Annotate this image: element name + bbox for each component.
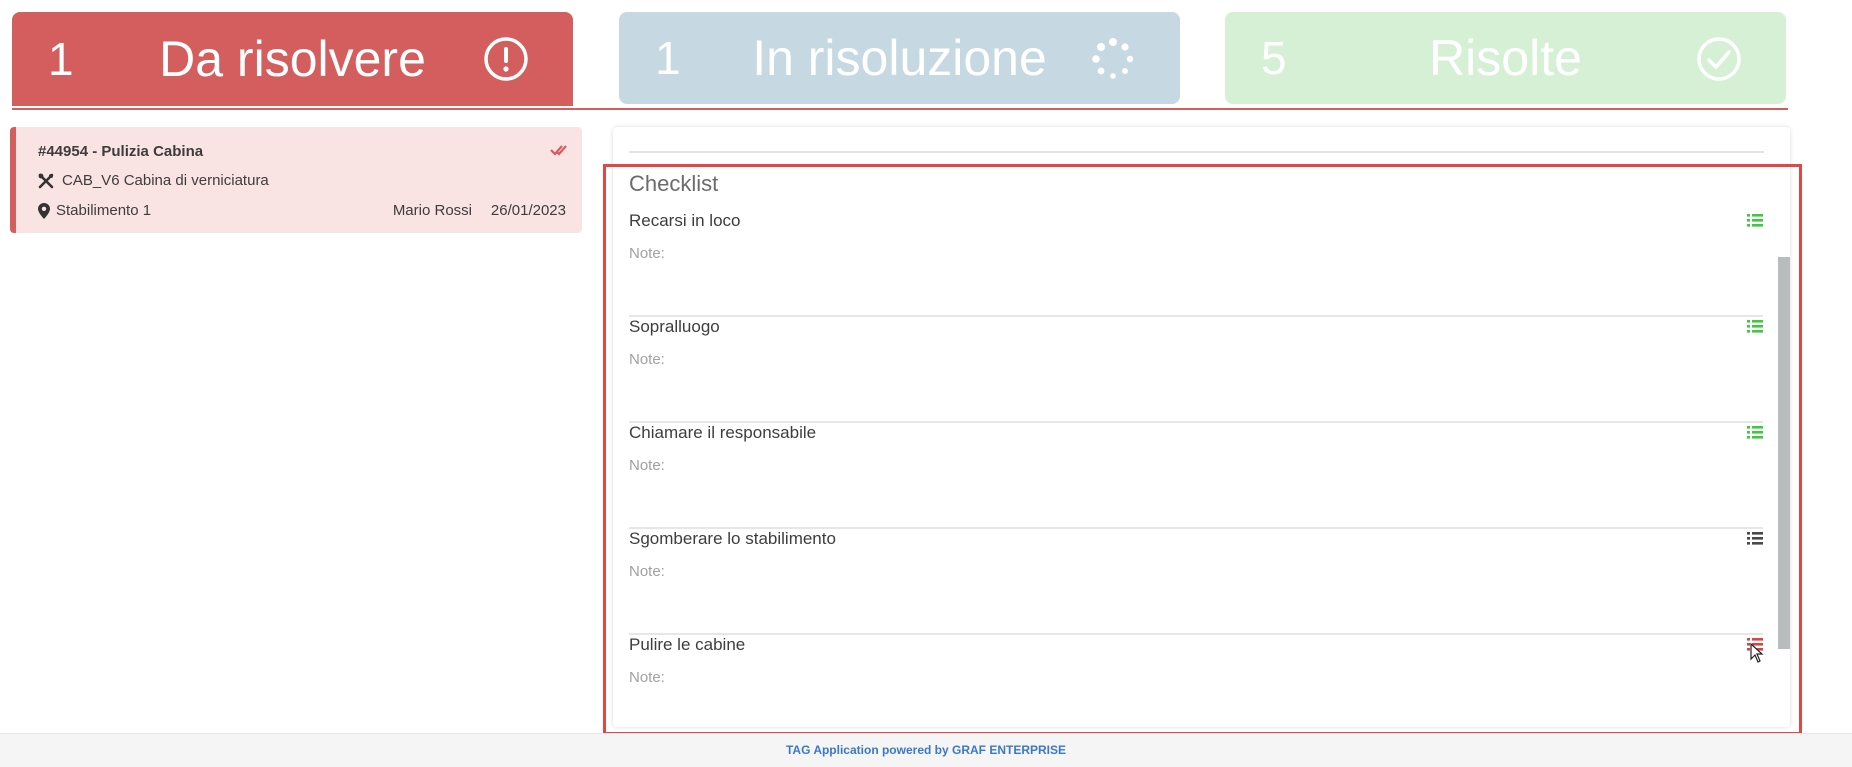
list-icon[interactable] xyxy=(1747,531,1763,545)
checklist-item-note: Note: xyxy=(629,563,665,580)
checklist-item-name: Recarsi in loco xyxy=(629,211,741,230)
ticket-user: Mario Rossi xyxy=(392,202,472,219)
checklist-item-name: Chiamare il responsabile xyxy=(629,423,817,442)
ticket-asset: CAB_V6 Cabina di verniciatura xyxy=(62,172,269,189)
footer-text: TAG Application powered by GRAF ENTERPRI… xyxy=(785,743,1067,757)
checklist-panel: Checklist Recarsi in loco Note: Soprallu… xyxy=(613,127,1790,741)
ticket-date: 26/01/2023 xyxy=(490,202,566,219)
exclamation-circle-icon xyxy=(484,37,528,81)
checklist-item[interactable]: Chiamare il responsabile Note: xyxy=(629,423,1763,529)
list-icon[interactable] xyxy=(1747,425,1763,439)
checklist-item[interactable]: Pulire le cabine Note: xyxy=(629,635,1763,741)
checklist-item-note: Note: xyxy=(629,351,665,368)
ticket-site: Stabilimento 1 xyxy=(56,202,152,219)
checklist-item-name: Sopralluogo xyxy=(629,317,720,336)
location-pin-icon xyxy=(38,203,50,219)
ticket-title: #44954 - Pulizia Cabina xyxy=(38,143,204,160)
tab-in-risoluzione[interactable]: 1 In risoluzione xyxy=(619,12,1180,104)
list-icon[interactable] xyxy=(1747,213,1763,227)
mouse-cursor-icon xyxy=(1750,643,1764,663)
double-check-icon xyxy=(550,145,567,156)
checklist-title: Checklist xyxy=(629,171,719,196)
checklist-item[interactable]: Sopralluogo Note: xyxy=(629,317,1763,423)
footer: TAG Application powered by GRAF ENTERPRI… xyxy=(0,733,1852,767)
check-circle-icon xyxy=(1697,37,1741,81)
tab-underline xyxy=(12,108,1788,110)
checklist-item-name: Sgomberare lo stabilimento xyxy=(629,529,836,548)
scrollbar[interactable] xyxy=(1778,257,1790,649)
tools-icon xyxy=(38,173,54,189)
checklist-item-name: Pulire le cabine xyxy=(629,635,746,654)
spinner-icon xyxy=(1092,38,1134,79)
checklist-item[interactable]: Recarsi in loco Note: xyxy=(629,211,1763,317)
list-icon[interactable] xyxy=(1747,319,1763,333)
tab-da-risolvere[interactable]: 1 Da risolvere xyxy=(12,12,573,106)
tab-risolte[interactable]: 5 Risolte xyxy=(1225,12,1786,104)
checklist-item-note: Note: xyxy=(629,669,665,686)
ticket-card[interactable]: #44954 - Pulizia Cabina CAB_V6 Cabina di… xyxy=(10,127,582,233)
checklist-item[interactable]: Sgomberare lo stabilimento Note: xyxy=(629,529,1763,635)
checklist-item-note: Note: xyxy=(629,457,665,474)
divider xyxy=(629,151,1764,153)
checklist-item-note: Note: xyxy=(629,245,665,262)
